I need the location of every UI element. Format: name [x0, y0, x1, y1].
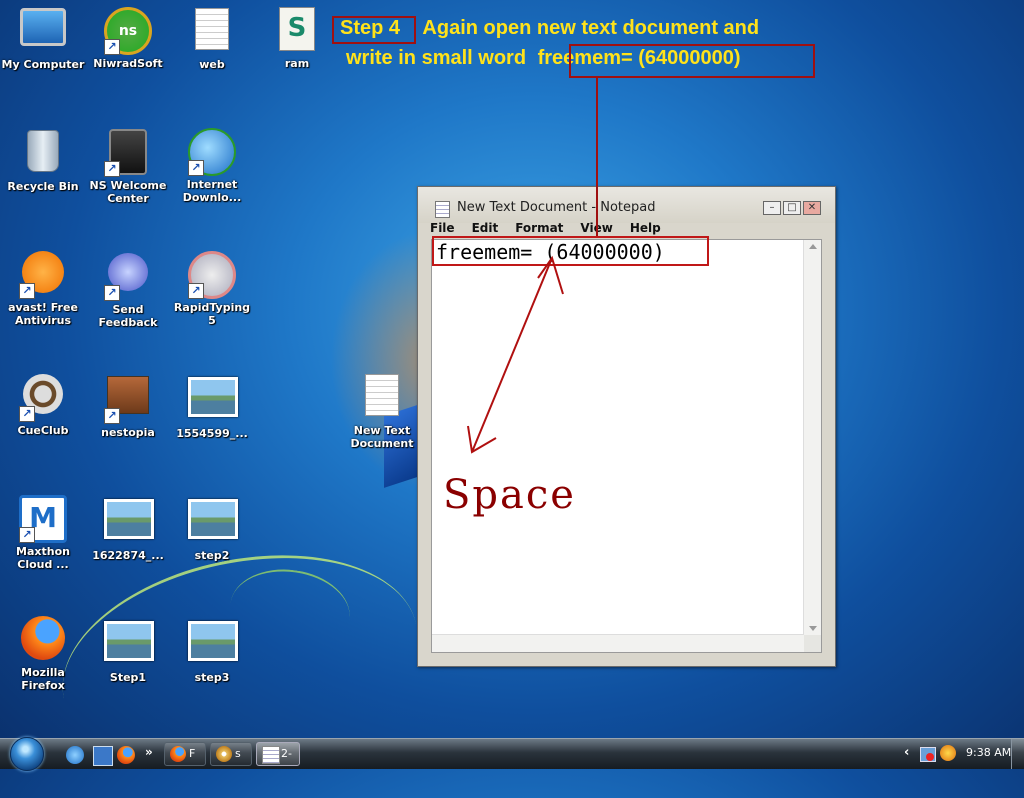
taskbar-item-label: 2-: [281, 747, 292, 760]
taskbar-item-firefox[interactable]: F: [164, 742, 206, 766]
taskbar-item-notepad[interactable]: 2-: [256, 742, 300, 766]
clock[interactable]: 9:38 AM: [966, 746, 1011, 759]
taskbar-item-label: F: [189, 747, 196, 760]
show-desktop-icon[interactable]: [93, 746, 113, 766]
network-alert-icon: [926, 753, 934, 761]
taskbar-item-label: s: [235, 747, 241, 760]
firefox-icon: [170, 746, 186, 762]
show-desktop-button[interactable]: [1011, 739, 1024, 769]
avast-tray-icon[interactable]: [940, 745, 956, 761]
taskbar: » F s 2- ‹ 9:38 AM: [0, 737, 1024, 771]
quicklaunch-overflow[interactable]: »: [145, 745, 153, 759]
notepad-icon: [262, 746, 280, 764]
start-button[interactable]: [10, 737, 44, 771]
handwritten-space-note: Space: [443, 472, 576, 518]
tray-expand-icon[interactable]: ‹: [904, 745, 909, 760]
firefox-icon[interactable]: [117, 746, 135, 764]
double-arrow-line: [471, 257, 553, 453]
internet-explorer-icon[interactable]: [66, 746, 84, 764]
annotation-arrows: [467, 78, 598, 454]
taskbar-item-paint[interactable]: s: [210, 742, 252, 766]
paint-icon: [216, 746, 232, 762]
